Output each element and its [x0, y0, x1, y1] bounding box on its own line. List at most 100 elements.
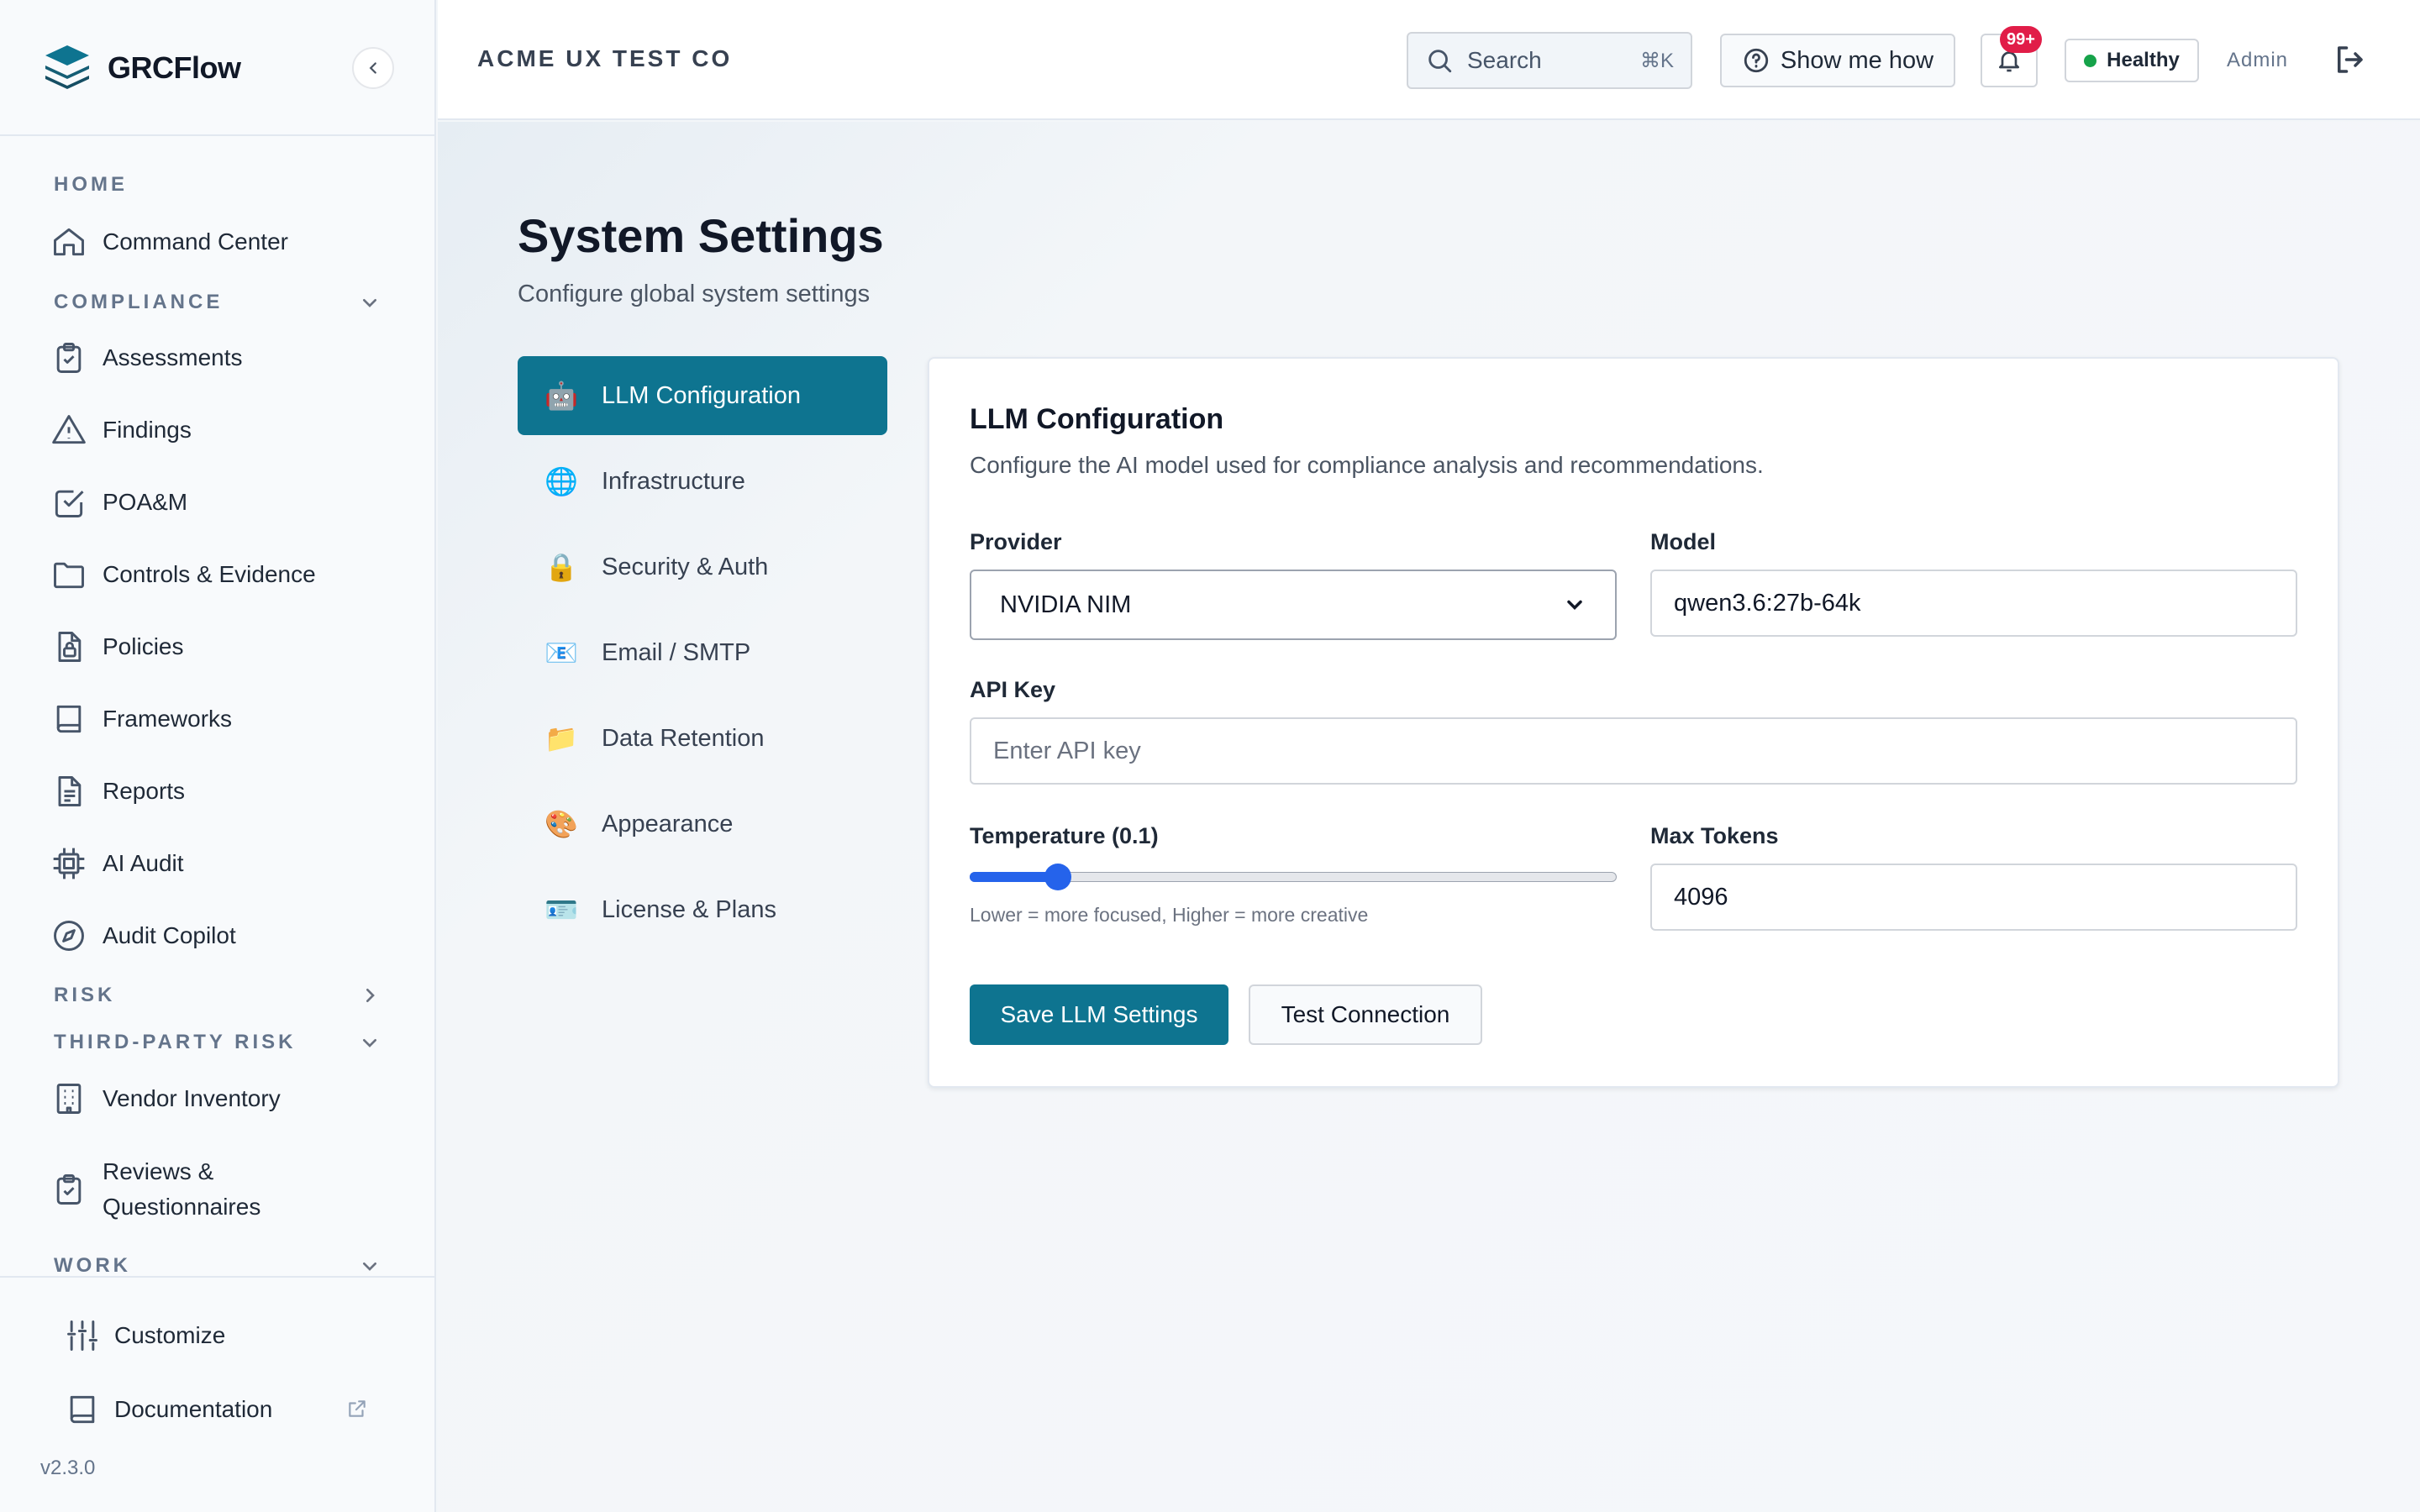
tab-email-smtp[interactable]: 📧 Email / SMTP [518, 613, 887, 692]
home-icon [54, 228, 84, 256]
folder-icon [54, 562, 84, 589]
sidebar-item-assessments[interactable]: Assessments [50, 333, 403, 383]
file-text-icon [58, 776, 82, 806]
sidebar-item-label: AI Audit [103, 850, 184, 876]
max-tokens-label: Max Tokens [1650, 823, 1779, 848]
nav-section-risk[interactable]: RISK [54, 984, 115, 1007]
model-label: Model [1650, 529, 1716, 554]
sidebar-item-command-center[interactable]: Command Center [50, 217, 403, 267]
tab-label: Infrastructure [602, 467, 745, 495]
building-icon [56, 1084, 82, 1114]
tab-label: Security & Auth [602, 553, 769, 580]
sidebar-item-ai-audit[interactable]: AI Audit [50, 838, 403, 889]
chevron-down-icon[interactable] [356, 1029, 383, 1056]
test-connection-button[interactable]: Test Connection [1249, 984, 1482, 1045]
page-title: System Settings [518, 209, 884, 262]
customize-label: Customize [114, 1322, 226, 1348]
chevron-down-icon [1567, 600, 1582, 610]
tab-label: LLM Configuration [602, 381, 801, 409]
tab-label: Data Retention [602, 724, 765, 752]
card-description: Configure the AI model used for complian… [970, 452, 1764, 478]
provider-select[interactable]: NVIDIA NIM [970, 570, 1617, 640]
cpu-icon [53, 848, 85, 879]
robot-icon: 🤖 [544, 381, 578, 411]
palette-icon: 🎨 [544, 809, 578, 839]
sidebar-item-policies[interactable]: Policies [50, 622, 403, 672]
sidebar-customize-button[interactable]: Customize [64, 1312, 400, 1359]
clipboard-check-icon [56, 343, 82, 373]
tab-label: License & Plans [602, 895, 776, 923]
logout-icon[interactable] [2332, 42, 2367, 77]
grcflow-logo-icon [45, 45, 89, 89]
clipboard-check-icon [56, 1174, 82, 1205]
sidebar-item-poam[interactable]: POA&M [50, 477, 403, 528]
nav-section-third-party-risk[interactable]: THIRD-PARTY RISK [54, 1031, 296, 1054]
show-me-how-label: Show me how [1780, 46, 1934, 74]
slider-thumb[interactable] [1044, 864, 1071, 890]
sidebar-item-label: Findings [103, 417, 192, 443]
api-key-label: API Key [970, 677, 1056, 702]
tab-data-retention[interactable]: 📁 Data Retention [518, 699, 887, 778]
sidebar-item-label: Vendor Inventory [103, 1085, 281, 1111]
search-placeholder: Search [1467, 47, 1542, 73]
chevron-down-icon[interactable] [356, 289, 383, 316]
user-role: Admin [2227, 49, 2289, 71]
api-key-input[interactable]: Enter API key [970, 717, 2297, 785]
nav-section-home: HOME [54, 173, 128, 196]
save-llm-settings-button[interactable]: Save LLM Settings [970, 984, 1228, 1045]
book-icon [56, 705, 82, 733]
external-link-icon [349, 1400, 366, 1417]
sidebar-item-reviews-questionnaires[interactable]: Reviews & Questionnaires [50, 1147, 403, 1231]
tab-license-plans[interactable]: 🪪 License & Plans [518, 870, 887, 949]
sidebar-item-label: Policies [103, 633, 184, 659]
sidebar-item-controls-evidence[interactable]: Controls & Evidence [50, 549, 403, 600]
tab-llm-configuration[interactable]: 🤖 LLM Configuration [518, 356, 887, 435]
sidebar-item-audit-copilot[interactable]: Audit Copilot [50, 911, 403, 961]
nav-section-work[interactable]: WORK [54, 1254, 131, 1278]
sidebar-item-label: Command Center [103, 228, 288, 255]
sidebar-item-vendor-inventory[interactable]: Vendor Inventory [50, 1074, 403, 1124]
compass-icon [54, 921, 84, 951]
id-card-icon: 🪪 [544, 895, 578, 925]
tab-security-auth[interactable]: 🔒 Security & Auth [518, 528, 887, 606]
sidebar-item-frameworks[interactable]: Frameworks [50, 694, 403, 744]
card-title: LLM Configuration [970, 403, 1224, 435]
temperature-hint: Lower = more focused, Higher = more crea… [970, 904, 1369, 926]
model-input[interactable]: qwen3.6:27b-64k [1650, 570, 2297, 637]
brand-header: GRCFlow [0, 0, 434, 136]
health-status-label: Healthy [2107, 49, 2180, 71]
sidebar-item-findings[interactable]: Findings [50, 405, 403, 455]
folder-icon: 📁 [544, 723, 578, 753]
sidebar: GRCFlow HOME Command Center COMPLIANCE A… [0, 0, 436, 1512]
collapse-sidebar-button[interactable] [352, 47, 394, 89]
nav-section-compliance[interactable]: COMPLIANCE [54, 291, 223, 314]
sidebar-item-label-line: Questionnaires [103, 1194, 261, 1220]
lock-icon: 🔒 [544, 552, 578, 582]
documentation-label: Documentation [114, 1396, 273, 1422]
search-icon [1428, 50, 1452, 73]
tab-appearance[interactable]: 🎨 Appearance [518, 785, 887, 864]
sliders-icon [67, 1320, 97, 1351]
sidebar-item-reports[interactable]: Reports [50, 766, 403, 816]
page-subtitle: Configure global system settings [518, 281, 871, 307]
warning-triangle-icon [52, 415, 86, 444]
sidebar-item-label: Audit Copilot [103, 922, 236, 948]
globe-icon: 🌐 [544, 466, 578, 496]
health-status-badge[interactable]: Healthy [2065, 39, 2199, 82]
sidebar-item-label: Reports [103, 778, 186, 804]
provider-selected-value: NVIDIA NIM [1000, 591, 1132, 618]
sidebar-item-label: Controls & Evidence [103, 561, 316, 587]
sidebar-item-label: Frameworks [103, 706, 233, 732]
notification-count-badge: 99+ [2000, 26, 2042, 53]
tab-infrastructure[interactable]: 🌐 Infrastructure [518, 442, 887, 521]
sidebar-item-label: Assessments [103, 344, 243, 370]
chevron-right-icon[interactable] [356, 982, 383, 1009]
show-me-how-button[interactable]: Show me how [1720, 34, 1955, 87]
max-tokens-input[interactable]: 4096 [1650, 864, 2297, 931]
search-shortcut: ⌘K [1639, 49, 1674, 72]
app-version: v2.3.0 [40, 1457, 96, 1479]
global-search[interactable]: Search ⌘K [1407, 32, 1692, 89]
tab-label: Appearance [602, 810, 734, 837]
sidebar-item-label-line: Reviews & [103, 1158, 214, 1184]
temperature-slider[interactable] [970, 864, 1617, 890]
